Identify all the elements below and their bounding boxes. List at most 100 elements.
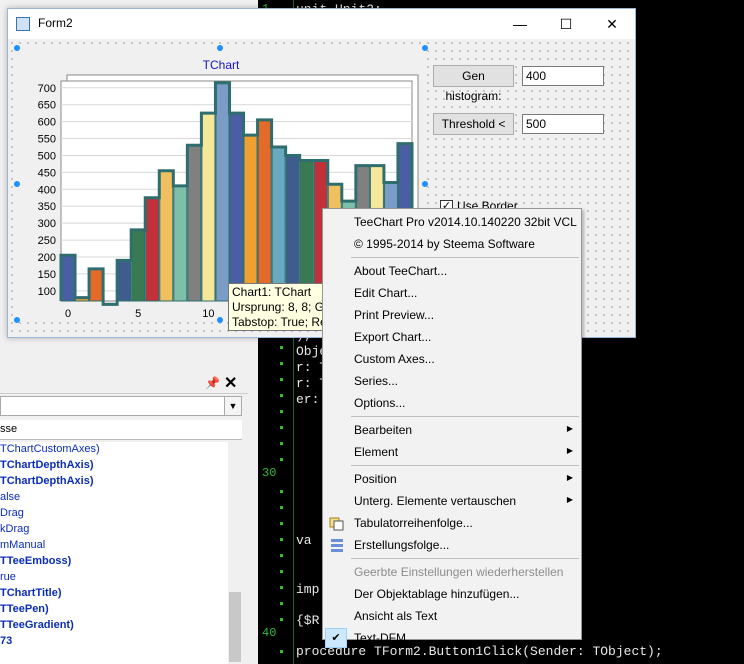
gutter-dot	[280, 506, 283, 509]
property-row[interactable]: TChartDepthAxis)	[0, 475, 94, 487]
menu-item-label: Print Preview...	[354, 308, 435, 322]
selection-handle[interactable]	[217, 45, 223, 51]
menu-item[interactable]: Print Preview...	[323, 304, 581, 326]
selection-handle[interactable]	[14, 45, 20, 51]
y-tick-label: 150	[38, 269, 56, 281]
threshold-button[interactable]: Threshold <	[433, 113, 514, 135]
hint-tooltip: Chart1: TChart Ursprung: 8, 8; Gr Tabsto…	[228, 283, 324, 331]
histogram-bar	[243, 134, 258, 302]
chart-title: TChart	[202, 58, 240, 72]
property-row[interactable]: alse	[0, 491, 20, 503]
x-tick-label: 0	[65, 308, 71, 320]
menu-item[interactable]: Bearbeiten ▶	[323, 419, 581, 441]
y-tick-label: 700	[38, 83, 56, 95]
histogram-bar	[257, 119, 272, 302]
menu-item[interactable]: ✔ Text-DFM	[323, 627, 581, 649]
property-row[interactable]: TChartCustomAxes)	[0, 443, 100, 455]
selection-handle[interactable]	[217, 317, 223, 323]
gen-histogram-button[interactable]: Gen histogram:	[433, 65, 514, 103]
histogram-bar	[145, 197, 160, 302]
menu-item[interactable]: Der Objektablage hinzufügen...	[323, 583, 581, 605]
selection-handle[interactable]	[14, 317, 20, 323]
gutter-dot	[280, 570, 283, 573]
close-button[interactable]: ✕	[589, 9, 635, 39]
histogram-bar	[271, 146, 286, 302]
property-row[interactable]: rue	[0, 571, 16, 583]
menu-item-label: Der Objektablage hinzufügen...	[354, 587, 520, 601]
property-row[interactable]: TTeeEmboss)	[0, 555, 71, 567]
y-tick-label: 300	[38, 218, 56, 230]
property-scrollbar[interactable]	[228, 442, 242, 664]
tooltip-line: Tabstop: True; Re	[232, 315, 324, 329]
y-tick-label: 200	[38, 252, 56, 264]
component-selector[interactable]: ▼	[0, 396, 242, 416]
menu-item-label: Erstellungsfolge...	[354, 538, 450, 552]
x-tick-label: 5	[135, 308, 141, 320]
menu-item[interactable]: Custom Axes...	[323, 348, 581, 370]
gutter-dot	[280, 410, 283, 413]
property-row[interactable]: TChartDepthAxis)	[0, 459, 94, 471]
property-row[interactable]: kDrag	[0, 523, 29, 535]
tab-class[interactable]: sse	[0, 423, 17, 435]
property-row[interactable]: 73	[0, 635, 12, 647]
menu-item-label: About TeeChart...	[354, 264, 448, 278]
property-row[interactable]: TTeeGradient)	[0, 619, 74, 631]
form-icon	[16, 17, 30, 31]
code-line[interactable]: {$R	[296, 613, 319, 628]
property-row[interactable]: TChartTitle)	[0, 587, 62, 599]
submenu-arrow-icon: ▶	[566, 473, 573, 482]
gutter-dot	[280, 394, 283, 397]
menu-item[interactable]: © 1995-2014 by Steema Software	[323, 233, 581, 255]
menu-item[interactable]: About TeeChart...	[323, 260, 581, 282]
property-row[interactable]: Drag	[0, 507, 24, 519]
chevron-down-icon[interactable]: ▼	[224, 397, 241, 415]
menu-separator	[351, 416, 579, 417]
menu-item[interactable]: Unterg. Elemente vertauschen ▶	[323, 490, 581, 512]
code-line[interactable]: imp	[296, 582, 319, 597]
menu-item[interactable]: Ansicht als Text	[323, 605, 581, 627]
menu-item[interactable]: Element ▶	[323, 441, 581, 463]
scrollbar-thumb[interactable]	[229, 592, 241, 662]
y-tick-label: 250	[38, 235, 56, 247]
property-list[interactable]: TChartCustomAxes) TChartDepthAxis) TChartD…	[0, 442, 228, 664]
minimize-button[interactable]: —	[497, 9, 543, 39]
context-menu[interactable]: TeeChart Pro v2014.10.140220 32bit VCL © …	[322, 208, 582, 648]
menu-item-label: Custom Axes...	[354, 352, 435, 366]
menu-item-label: Bearbeiten	[354, 423, 413, 437]
selection-handle[interactable]	[14, 181, 20, 187]
title-bar[interactable]: Form2 — ☐ ✕	[8, 9, 635, 39]
y-tick-label: 100	[38, 286, 56, 298]
inspector-header: 📌 ✕	[0, 372, 248, 394]
gen-histogram-input[interactable]	[522, 66, 604, 86]
menu-item-label: Options...	[354, 396, 406, 410]
pin-icon[interactable]: 📌	[205, 376, 220, 390]
menu-item-label: Unterg. Elemente vertauschen	[354, 494, 517, 508]
check-icon: ✔	[325, 628, 347, 648]
menu-item[interactable]: Export Chart...	[323, 326, 581, 348]
close-icon[interactable]: ✕	[224, 373, 237, 393]
menu-separator	[351, 558, 579, 559]
threshold-input[interactable]	[522, 114, 604, 134]
menu-item[interactable]: Options...	[323, 392, 581, 414]
menu-item[interactable]: Edit Chart...	[323, 282, 581, 304]
histogram-bar	[173, 185, 188, 302]
gutter-dot	[280, 602, 283, 605]
maximize-button[interactable]: ☐	[543, 9, 589, 39]
menu-item[interactable]: Erstellungsfolge...	[323, 534, 581, 556]
menu-item-label: © 1995-2014 by Steema Software	[354, 237, 535, 251]
menu-item: Geerbte Einstellungen wiederherstellen	[323, 561, 581, 583]
menu-item[interactable]: Series...	[323, 370, 581, 392]
window-title: Form2	[38, 16, 73, 30]
menu-item[interactable]: Tabulatorreihenfolge...	[323, 512, 581, 534]
submenu-arrow-icon: ▶	[566, 446, 573, 455]
gutter-dot	[280, 650, 283, 653]
code-line[interactable]: va	[296, 533, 312, 548]
selection-handle[interactable]	[422, 45, 428, 51]
menu-item[interactable]: Position ▶	[323, 468, 581, 490]
menu-item-label: Export Chart...	[354, 330, 432, 344]
property-row[interactable]: TTeePen)	[0, 603, 49, 615]
gutter-dot	[280, 458, 283, 461]
selection-handle[interactable]	[422, 181, 428, 187]
menu-item[interactable]: TeeChart Pro v2014.10.140220 32bit VCL	[323, 211, 581, 233]
property-row[interactable]: mManual	[0, 539, 45, 551]
